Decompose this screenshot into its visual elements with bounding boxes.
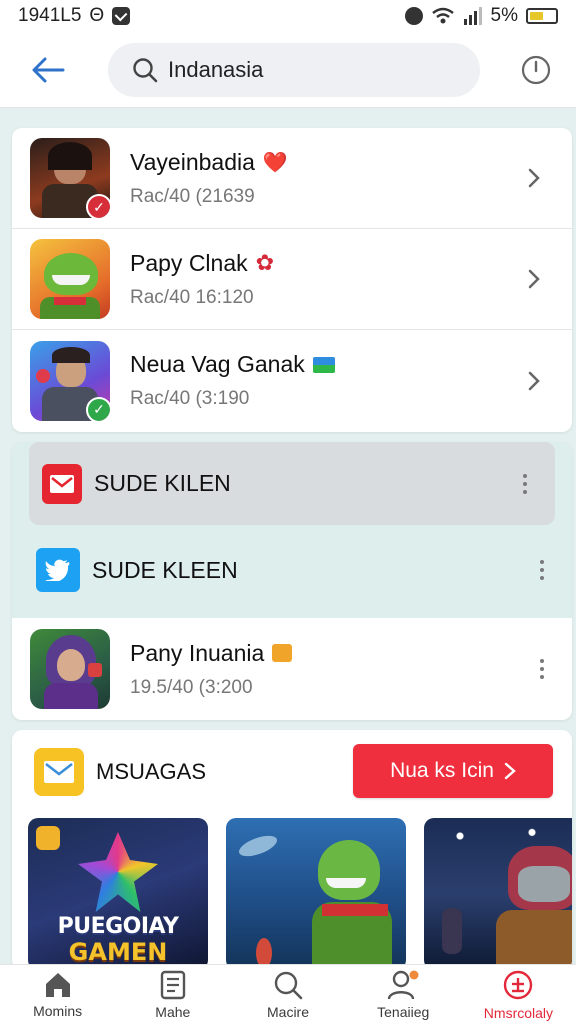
wifi-icon [431, 7, 454, 24]
badge-icon: ✓ [86, 194, 110, 218]
chevron-right-icon [522, 369, 546, 393]
back-arrow-icon [32, 57, 65, 82]
chevron-right-icon [522, 166, 546, 190]
mail-app-icon [42, 463, 82, 504]
app-label: SUDE KILEN [94, 470, 231, 496]
tab-label: Macire [267, 1003, 310, 1020]
flag-icon [312, 356, 335, 373]
game-title: Pany Inuania [130, 639, 265, 666]
apps-card: SUDE KILEN SUDE KLEEN Pany Inuania 19.5/… [12, 442, 572, 720]
list-item[interactable]: Papy Clnak ✿ Rac/40 16:120 [12, 229, 572, 330]
app-header: Indanasia [0, 32, 576, 108]
promo-banner-3[interactable] [424, 818, 572, 970]
game-subtitle: Rac/40 (3:190 [130, 388, 250, 409]
search-icon [133, 57, 158, 82]
tab-profile[interactable]: Tenaiieg [346, 965, 461, 1024]
bottom-tab-bar: Momins Mahe Macire Tenaiieg Nmsrcolaly [0, 964, 576, 1024]
tab-label: Tenaiieg [377, 1003, 430, 1020]
search-input[interactable]: Indanasia [108, 42, 480, 97]
battery-percent: 5% [490, 5, 518, 26]
game-title: Vayeinbadia [130, 148, 255, 175]
game-thumbnail [30, 239, 110, 319]
home-icon [45, 972, 70, 997]
game-subtitle: Rac/40 (21639 [130, 185, 255, 207]
tab-document[interactable]: Mahe [115, 965, 230, 1024]
more-options-icon[interactable] [515, 469, 535, 499]
tab-search[interactable]: Macire [230, 965, 345, 1024]
notification-icon [112, 7, 131, 25]
chevron-right-icon [522, 267, 546, 291]
game-thumbnail: ✓ [30, 340, 110, 421]
plus-circle-icon [504, 970, 533, 999]
tab-label: Mahe [155, 1003, 191, 1020]
tab-label: Nmsrcolaly [483, 1004, 554, 1021]
signal-icon [463, 7, 482, 25]
app-label: SUDE KLEEN [92, 556, 238, 583]
battery-icon [526, 8, 558, 24]
promo-banner-2[interactable] [226, 818, 406, 970]
app-item-mail[interactable]: SUDE KILEN [29, 442, 555, 525]
timer-button[interactable] [514, 48, 558, 92]
list-item[interactable]: ✓ Neua Vag Ganak Rac/40 (3:190 [12, 330, 572, 431]
game-thumbnail [30, 629, 110, 709]
alarm-icon [404, 7, 423, 25]
game-subtitle: 19.5/40 (3:200 [130, 676, 253, 698]
back-button[interactable] [18, 40, 78, 100]
tab-label: Momins [33, 1002, 83, 1019]
flower-icon: ✿ [255, 250, 275, 275]
game-title: Neua Vag Ganak [130, 351, 305, 377]
profile-icon [388, 970, 419, 999]
document-icon [160, 970, 185, 999]
more-options-icon[interactable] [532, 555, 552, 585]
cta-button[interactable]: Nua ks Icin [353, 744, 553, 798]
twitter-bird-icon [36, 548, 80, 592]
clock-icon [521, 55, 551, 84]
game-title: Papy Clnak [130, 249, 248, 276]
game-thumbnail: ✓ [30, 138, 110, 218]
badge-icon: ✓ [86, 396, 110, 421]
status-sync-icon: Θ [89, 5, 105, 26]
games-list: ✓ Vayeinbadia ❤️ Rac/40 (21639 Papy Clnak… [12, 128, 572, 432]
list-item[interactable]: ✓ Vayeinbadia ❤️ Rac/40 (21639 [12, 128, 572, 229]
status-bar: 1941L5 Θ 5% [0, 0, 576, 32]
promo-text: PUEGOIAY [57, 914, 179, 939]
tab-home[interactable]: Momins [0, 965, 115, 1024]
envelope-icon [34, 748, 84, 796]
list-item[interactable]: Pany Inuania 19.5/40 (3:200 [12, 618, 572, 720]
section-title: MSUAGAS [96, 759, 207, 784]
app-item-twitter[interactable]: SUDE KLEEN [12, 528, 572, 612]
game-subtitle: Rac/40 16:120 [130, 286, 254, 308]
chevron-right-icon [504, 762, 516, 780]
status-time: 1941L5 [18, 5, 82, 26]
tab-notifications[interactable]: Nmsrcolaly [461, 965, 576, 1024]
search-icon [274, 971, 303, 999]
heart-icon: ❤️ [262, 151, 288, 174]
more-options-icon[interactable] [532, 654, 552, 684]
gift-icon [272, 644, 293, 662]
promo-text: GAMEN [68, 938, 168, 966]
cta-label: Nua ks Icin [390, 759, 494, 782]
messages-card: MSUAGAS Nua ks Icin PUEGOIAY GAMEN [12, 730, 572, 970]
promo-banner-1[interactable]: PUEGOIAY GAMEN [28, 818, 208, 970]
search-value: Indanasia [168, 56, 264, 82]
